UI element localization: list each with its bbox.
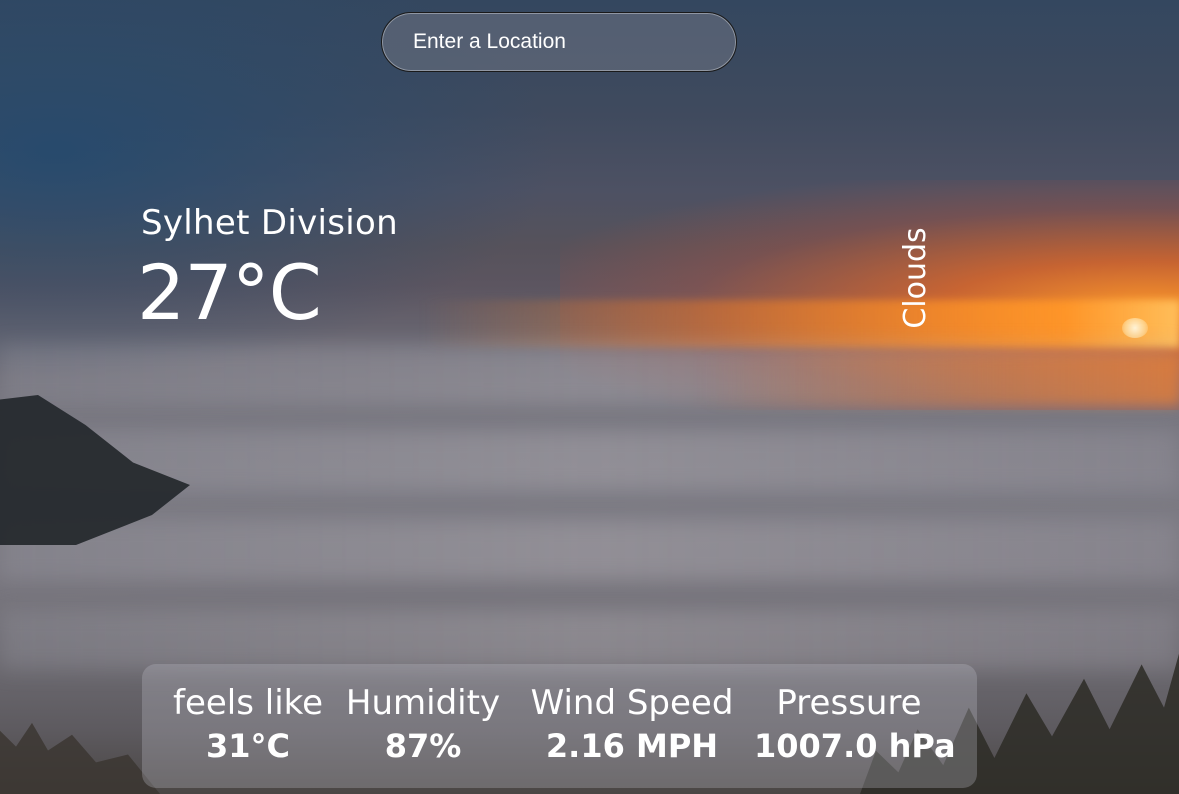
stat-wind-speed: Wind Speed 2.16 MPH <box>522 682 742 768</box>
stat-label: Humidity <box>345 683 501 723</box>
cloud-layer <box>0 520 1179 580</box>
stat-humidity: Humidity 87% <box>340 682 506 768</box>
cloud-layer <box>0 610 1179 670</box>
weather-condition: Clouds <box>898 227 933 329</box>
sun <box>1122 318 1148 338</box>
stat-value: 31°C <box>205 727 290 765</box>
temperature-value: 27°C <box>137 248 322 337</box>
search-input[interactable] <box>382 13 736 71</box>
stat-label: Wind Speed <box>530 683 734 723</box>
location-name: Sylhet Division <box>141 203 398 243</box>
weather-stats-panel: feels like 31°C Humidity 87% Wind Speed … <box>142 664 977 788</box>
stat-pressure: Pressure 1007.0 hPa <box>754 682 956 768</box>
stat-label: Pressure <box>776 683 922 723</box>
stat-value: 1007.0 hPa <box>754 727 956 765</box>
search-bar[interactable] <box>381 12 737 72</box>
stat-value: 87% <box>384 727 462 765</box>
horizon-band <box>420 300 1179 348</box>
stat-value: 2.16 MPH <box>545 727 719 765</box>
trees-silhouette-left <box>0 722 160 794</box>
stat-feels-like: feels like 31°C <box>172 682 324 768</box>
stat-label: feels like <box>172 683 324 723</box>
cloud-sunset-reflection <box>700 355 1179 405</box>
